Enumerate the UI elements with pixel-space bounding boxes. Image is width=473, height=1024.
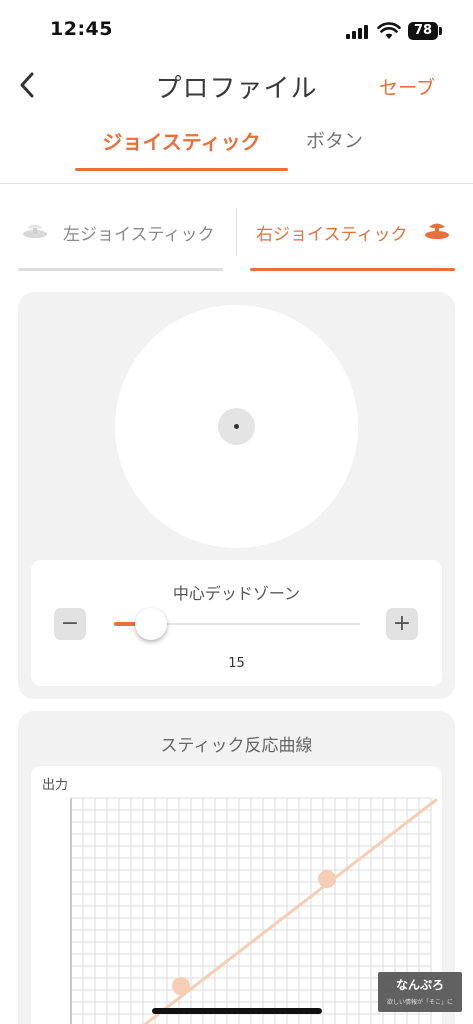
cellular-signal-icon xyxy=(346,25,370,39)
tab-active-indicator xyxy=(75,168,288,171)
sub-tab-divider xyxy=(236,208,237,256)
deadzone-slider-thumb[interactable] xyxy=(135,608,167,640)
watermark-title: なんぷろ xyxy=(395,978,444,992)
stick-preview-card: 中心デッドゾーン − + 15 xyxy=(18,292,455,699)
stick-position-dot xyxy=(234,424,239,429)
battery-tip xyxy=(439,27,442,35)
tab-joystick-label: ジョイスティック xyxy=(102,130,261,154)
response-curve-title: スティック反応曲線 xyxy=(160,736,313,756)
stick-position-area xyxy=(115,305,358,548)
control-point-high[interactable] xyxy=(318,870,336,888)
sub-tab-left-indicator xyxy=(18,268,223,271)
battery-icon: 78 xyxy=(408,22,438,40)
decrease-deadzone-button[interactable]: − xyxy=(54,608,86,640)
joystick-selector: 左ジョイスティック 右ジョイスティック xyxy=(0,185,473,285)
control-point-low[interactable] xyxy=(172,977,190,995)
sub-tab-right-stick[interactable]: 右ジョイスティック xyxy=(250,209,455,271)
sub-tab-right-label: 右ジョイスティック xyxy=(256,225,408,245)
sub-tab-left-label: 左ジョイスティック xyxy=(63,225,215,245)
watermark-subtitle: 欲しい情報が「そこ」に xyxy=(386,999,453,1006)
wifi-icon xyxy=(377,22,401,39)
sub-tab-left-stick[interactable]: 左ジョイスティック xyxy=(18,209,223,271)
left-stick-icon xyxy=(23,224,47,238)
right-stick-icon xyxy=(425,223,449,239)
top-tab-bar: ジョイスティック ボタン xyxy=(0,114,473,184)
watermark-logo: なんぷろ 欲しい情報が「そこ」に xyxy=(378,972,462,1012)
increase-deadzone-button[interactable]: + xyxy=(386,608,418,640)
status-bar: 12:45 78 xyxy=(0,0,473,58)
home-indicator xyxy=(152,1008,322,1014)
sub-tab-right-indicator xyxy=(250,268,455,271)
deadzone-value: 15 xyxy=(228,656,245,671)
tab-buttons[interactable]: ボタン xyxy=(306,126,363,153)
stick-center-marker xyxy=(218,408,255,445)
status-time: 12:45 xyxy=(50,18,113,40)
deadzone-panel: 中心デッドゾーン − + 15 xyxy=(31,560,442,686)
deadzone-title: 中心デッドゾーン xyxy=(172,584,301,603)
save-button[interactable]: セーブ xyxy=(379,73,435,100)
output-axis-label: 出力 xyxy=(42,778,69,793)
navigation-bar: プロファイル セーブ xyxy=(0,58,473,114)
tab-joystick[interactable]: ジョイスティック xyxy=(75,126,288,171)
profile-screen: 12:45 78 プロファイル セーブ ジョイスティック ボタン 左ジョイスティ… xyxy=(0,0,473,1024)
